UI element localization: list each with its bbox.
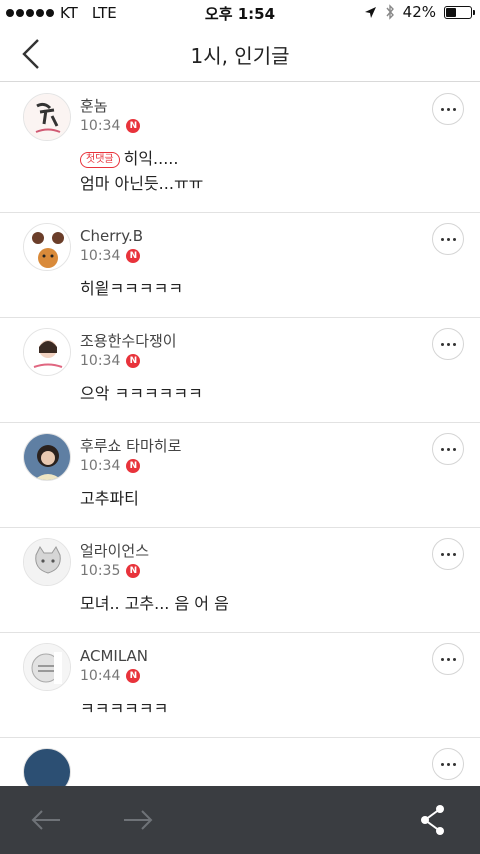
comment-meta: 10:34 N xyxy=(80,118,480,134)
page-title: 1시, 인기글 xyxy=(190,44,290,68)
avatar[interactable] xyxy=(23,538,71,586)
comment-item: Cherry.B 10:34 N 히읱ㅋㅋㅋㅋㅋ xyxy=(0,213,480,318)
status-right: 42% xyxy=(364,3,475,21)
comment-line: 첫댓글 히익..... xyxy=(80,146,480,171)
comment-content: 고추파티 xyxy=(80,486,480,511)
comment-time: 10:34 xyxy=(80,353,121,369)
new-badge: N xyxy=(126,119,141,133)
comment-content: ㅋㅋㅋㅋㅋㅋ xyxy=(80,696,480,721)
new-badge: N xyxy=(126,459,141,473)
more-button[interactable] xyxy=(432,328,464,360)
comment-nickname[interactable]: 조용한수다쟁이 xyxy=(80,330,480,352)
comment-nickname[interactable]: Cherry.B xyxy=(80,225,480,247)
comment-nickname[interactable]: 얼라이언스 xyxy=(80,540,480,562)
next-button[interactable] xyxy=(122,806,154,834)
comment-item: 조용한수다쟁이 10:34 N 으악 ㅋㅋㅋㅋㅋㅋ xyxy=(0,318,480,423)
avatar[interactable] xyxy=(23,93,71,141)
new-badge: N xyxy=(126,249,141,263)
more-button[interactable] xyxy=(432,223,464,255)
comment-time: 10:34 xyxy=(80,458,121,474)
more-button[interactable] xyxy=(432,643,464,675)
comment-time: 10:35 xyxy=(80,563,121,579)
comment-line: 엄마 아닌듯...ㅠㅠ xyxy=(80,174,204,193)
comment-line: 모녀.. 고추... 음 어 음 xyxy=(80,594,229,613)
arrow-left-icon xyxy=(31,810,60,830)
comment-line: 고추파티 xyxy=(80,489,139,508)
comment-meta: 10:35 N xyxy=(80,563,480,579)
comment-meta: 10:34 N xyxy=(80,458,480,474)
comment-list[interactable]: 훈놈 10:34 N 첫댓글 히익..... 엄마 아닌듯...ㅠㅠ Cherry… xyxy=(0,83,480,786)
comment-time: 10:44 xyxy=(80,668,121,684)
comment-text: 히익..... xyxy=(123,149,179,168)
first-comment-tag: 첫댓글 xyxy=(80,152,120,168)
new-badge: N xyxy=(126,564,141,578)
comment-line: 히읱ㅋㅋㅋㅋㅋ xyxy=(80,279,184,298)
comment-content: 모녀.. 고추... 음 어 음 xyxy=(80,591,480,616)
more-button[interactable] xyxy=(432,538,464,570)
battery-percent: 42% xyxy=(402,3,436,21)
more-button[interactable] xyxy=(432,93,464,125)
comment-line: 으악 ㅋㅋㅋㅋㅋㅋ xyxy=(80,384,203,403)
comment-line: ㅋㅋㅋㅋㅋㅋ xyxy=(80,699,169,718)
comment-item-partial xyxy=(0,738,480,786)
avatar[interactable] xyxy=(23,223,71,271)
battery-fill xyxy=(446,7,457,17)
comment-content: 첫댓글 히익..... 엄마 아닌듯...ㅠㅠ xyxy=(80,146,480,196)
battery-icon xyxy=(444,5,475,19)
comment-nickname[interactable]: ACMILAN xyxy=(80,645,480,667)
nav-header: 1시, 인기글 xyxy=(0,26,480,82)
comment-meta: 10:34 N xyxy=(80,353,480,369)
prev-button[interactable] xyxy=(30,806,62,834)
comment-time: 10:34 xyxy=(80,248,121,264)
avatar[interactable] xyxy=(23,433,71,481)
comment-content: 히읱ㅋㅋㅋㅋㅋ xyxy=(80,276,480,301)
comment-item: 훈놈 10:34 N 첫댓글 히익..... 엄마 아닌듯...ㅠㅠ xyxy=(0,83,480,213)
comment-meta: 10:44 N xyxy=(80,668,480,684)
comment-item: 얼라이언스 10:35 N 모녀.. 고추... 음 어 음 xyxy=(0,528,480,633)
location-arrow-icon xyxy=(364,6,376,18)
avatar[interactable] xyxy=(23,643,71,691)
status-bar: KT LTE 오후 1:54 42% xyxy=(0,0,480,26)
bluetooth-icon xyxy=(386,4,394,20)
new-badge: N xyxy=(126,354,141,368)
comment-nickname[interactable]: 후루쇼 타마히로 xyxy=(80,435,480,457)
more-button[interactable] xyxy=(432,748,464,780)
comment-content: 으악 ㅋㅋㅋㅋㅋㅋ xyxy=(80,381,480,406)
comment-meta: 10:34 N xyxy=(80,248,480,264)
new-badge: N xyxy=(126,669,141,683)
avatar[interactable] xyxy=(23,748,71,786)
comment-nickname[interactable]: 훈놈 xyxy=(80,95,480,117)
comment-time: 10:34 xyxy=(80,118,121,134)
bottom-toolbar xyxy=(0,786,480,854)
share-button[interactable] xyxy=(420,804,446,836)
arrow-right-icon xyxy=(124,810,153,830)
comment-item: 후루쇼 타마히로 10:34 N 고추파티 xyxy=(0,423,480,528)
avatar[interactable] xyxy=(23,328,71,376)
share-icon xyxy=(421,805,444,835)
more-button[interactable] xyxy=(432,433,464,465)
comment-item: ACMILAN 10:44 N ㅋㅋㅋㅋㅋㅋ xyxy=(0,633,480,738)
